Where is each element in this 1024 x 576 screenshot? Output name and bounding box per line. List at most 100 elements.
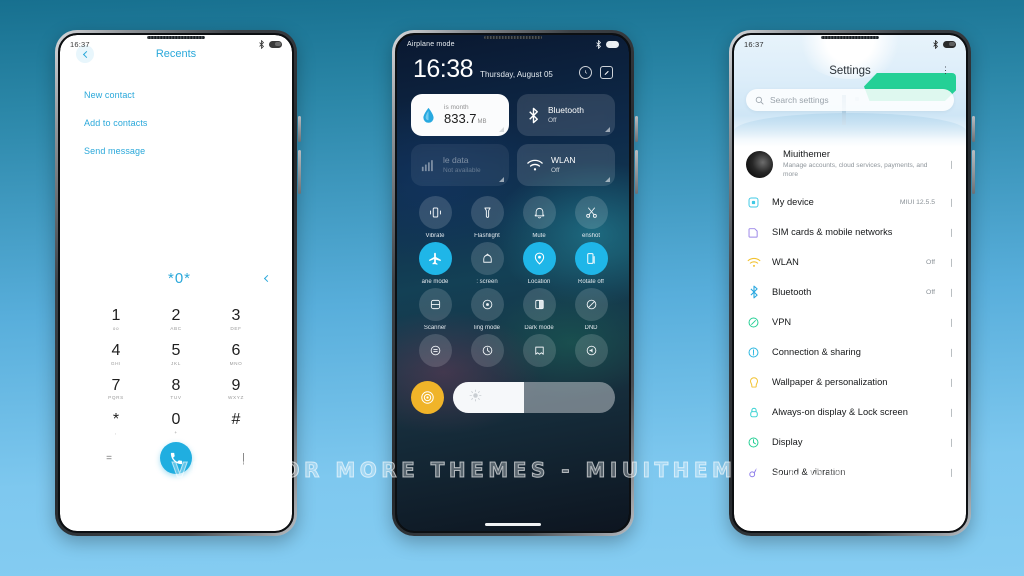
settings-item-sim-cards[interactable]: SIM cards & mobile networks ❘ xyxy=(734,217,966,247)
search-input[interactable]: Search settings xyxy=(746,89,954,111)
tile-mobile-data[interactable]: le data Not available xyxy=(411,144,509,186)
settings-item-wlan[interactable]: WLAN Off ❘ xyxy=(734,247,966,277)
toggle-mute[interactable]: Mute xyxy=(513,196,565,239)
key-6[interactable]: 6 MNO xyxy=(206,338,266,371)
toggle-screenshot[interactable]: enshot xyxy=(565,196,617,239)
settings-item-connection-sharing[interactable]: Connection & sharing ❘ xyxy=(734,337,966,367)
vibrate-icon xyxy=(429,207,441,218)
sound-icon xyxy=(746,465,761,480)
auto-brightness-button[interactable] xyxy=(411,381,444,414)
toggle-flashlight[interactable]: Flashlight xyxy=(461,196,513,239)
action-new-contact[interactable]: New contact xyxy=(84,81,268,109)
battery-icon xyxy=(606,40,619,48)
settings-item-sound-vibration[interactable]: Sound & vibration ❘ xyxy=(734,457,966,487)
edit-icon[interactable] xyxy=(600,66,613,79)
key-star[interactable]: *, xyxy=(86,407,146,440)
phone-control-center: Airplane mode 16:38 Thursday, August 05 xyxy=(392,30,638,536)
chevron-right-icon: ❘ xyxy=(948,377,955,387)
call-button[interactable] xyxy=(160,442,192,475)
reading-mode-icon xyxy=(482,299,492,310)
key-5[interactable]: 5 JKL xyxy=(146,338,206,371)
chevron-down-icon xyxy=(242,452,244,465)
toggle-airplane-mode[interactable]: ane mode xyxy=(409,242,461,285)
toggle-scanner[interactable]: Scanner xyxy=(409,288,461,331)
key-8[interactable]: 8 TUV xyxy=(146,373,206,406)
signal-bars-icon xyxy=(421,160,433,172)
clock-date: Thursday, August 05 xyxy=(480,70,553,79)
tile-sub: Off xyxy=(551,166,560,174)
alarm-icon[interactable] xyxy=(579,66,592,79)
more-vertical-icon[interactable]: ⋮ xyxy=(941,66,950,75)
cast-screen-icon xyxy=(482,253,492,263)
toggle-volume[interactable] xyxy=(565,334,617,371)
account-description: Manage accounts, cloud services, payment… xyxy=(783,162,928,179)
keyboard-toggle[interactable]: = xyxy=(94,453,124,464)
phone-icon xyxy=(170,452,182,464)
add-icon xyxy=(482,345,492,356)
chevron-right-icon: ❘ xyxy=(948,467,955,477)
collapse-keypad-button[interactable] xyxy=(228,452,258,465)
phone-settings: 16:37 Settings ⋮ Search settings Miuithe… xyxy=(729,30,975,536)
tile-unit: MB xyxy=(477,119,487,126)
settings-item-display[interactable]: Display ❘ xyxy=(734,427,966,457)
chevron-right-icon: ❘ xyxy=(948,317,955,327)
account-row[interactable]: Miuithemer Manage accounts, cloud servic… xyxy=(734,147,966,187)
avatar[interactable] xyxy=(746,150,773,178)
battery-icon xyxy=(269,40,282,48)
settings-item-bluetooth[interactable]: Bluetooth Off ❘ xyxy=(734,277,966,307)
dark-mode-icon xyxy=(534,299,544,310)
settings-item-always-on-display-lock-screen[interactable]: Always-on display & Lock screen ❘ xyxy=(734,397,966,427)
toggle-add[interactable] xyxy=(461,334,513,371)
tile-bluetooth[interactable]: Bluetooth Off xyxy=(517,94,615,136)
toggle-cast-screen[interactable]: : screen xyxy=(461,242,513,285)
tile-data-usage[interactable]: is month 833.7MB xyxy=(411,94,509,136)
key-1[interactable]: 1 oo xyxy=(86,303,146,336)
home-indicator[interactable] xyxy=(485,523,541,526)
brightness-slider[interactable] xyxy=(453,382,615,413)
key-2[interactable]: 2 ABC xyxy=(146,303,206,336)
chevron-left-icon[interactable] xyxy=(263,274,272,282)
toggle-battery-saver[interactable] xyxy=(409,334,461,371)
page-title: Settings xyxy=(829,65,871,77)
display-icon xyxy=(746,435,761,450)
toggle-wallet[interactable] xyxy=(513,334,565,371)
tile-sub: Not available xyxy=(443,166,481,174)
action-add-to-contacts[interactable]: Add to contacts xyxy=(84,109,268,137)
tile-title: Bluetooth xyxy=(548,106,584,116)
brightness-fill xyxy=(453,382,525,413)
toggle-location[interactable]: Location xyxy=(513,242,565,285)
settings-item-my-device[interactable]: My device MIUI 12.5.5 ❘ xyxy=(734,187,966,217)
earpiece-speaker xyxy=(147,36,205,39)
battery-saver-icon xyxy=(430,345,440,356)
settings-item-vpn[interactable]: VPN ❘ xyxy=(734,307,966,337)
toggle-dark-mode[interactable]: Dark mode xyxy=(513,288,565,331)
toggle-rotate-off[interactable]: Rotate off xyxy=(565,242,617,285)
tile-wlan[interactable]: WLAN Off xyxy=(517,144,615,186)
key-9[interactable]: 9 WXYZ xyxy=(206,373,266,406)
action-send-message[interactable]: Send message xyxy=(84,137,268,165)
bluetooth-icon xyxy=(529,107,538,123)
toggle-reading-mode[interactable]: ling mode xyxy=(461,288,513,331)
bluetooth-icon xyxy=(746,285,761,300)
status-time: 16:37 xyxy=(744,39,764,49)
key-7[interactable]: 7 PQRS xyxy=(86,373,146,406)
key-0[interactable]: 0 + xyxy=(146,407,206,440)
dialed-number[interactable]: *0* xyxy=(94,270,265,287)
resize-corner-icon xyxy=(499,127,504,132)
bell-mute-icon xyxy=(534,208,544,219)
vpn-icon xyxy=(746,315,761,330)
settings-item-wallpaper-personalization[interactable]: Wallpaper & personalization ❘ xyxy=(734,367,966,397)
wallet-icon xyxy=(534,346,544,355)
flashlight-icon xyxy=(483,207,491,218)
toggle-vibrate[interactable]: Vibrate xyxy=(409,196,461,239)
tile-value: 833.7MB xyxy=(444,111,487,126)
status-airplane-text: Airplane mode xyxy=(407,40,455,48)
key-hash[interactable]: # xyxy=(206,407,266,440)
key-3[interactable]: 3 DEF xyxy=(206,303,266,336)
big-tiles: is month 833.7MB Bluetooth Off le data N… xyxy=(397,82,629,186)
chevron-right-icon: ❘ xyxy=(948,437,955,447)
lock-screen-icon xyxy=(746,405,761,420)
key-4[interactable]: 4 GHI xyxy=(86,338,146,371)
toggle-dnd[interactable]: DND xyxy=(565,288,617,331)
number-display-row: *0* xyxy=(60,265,292,291)
